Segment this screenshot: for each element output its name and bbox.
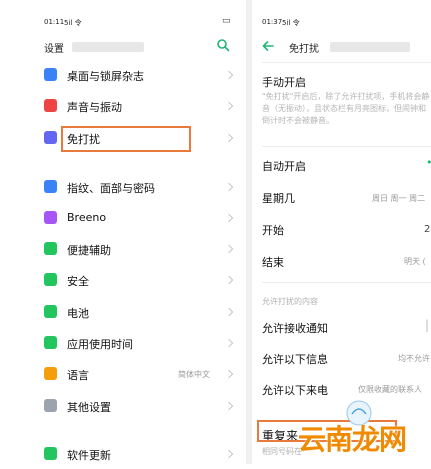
toggle-indicator[interactable]: • [426,156,431,169]
start-label[interactable]: 开始 [262,222,284,238]
settings-item-label: 声音与振动 [67,101,122,114]
chevron-right-icon [224,338,234,348]
settings-item[interactable]: 声音与振动 [0,91,246,121]
back-arrow-icon[interactable] [262,40,274,52]
watermark-text: 云南龙网 [298,423,407,456]
manual-toggle-label[interactable]: 手动开启 [262,74,306,90]
chevron-right-icon [224,213,234,223]
settings-item-icon [44,68,57,81]
separator [262,62,431,63]
settings-item[interactable]: 安全 [0,265,246,295]
section-label: 允许打扰的内容 [262,297,318,306]
battery-icon: ▭ [222,16,231,26]
settings-item-label: 桌面与锁屏杂志 [67,70,144,83]
search-icon[interactable] [216,38,230,52]
chevron-right-icon [224,244,234,254]
settings-item[interactable]: 语言 简体中文 [0,359,246,389]
settings-item-icon [44,211,57,224]
settings-item-value: 简体中文 [178,370,210,379]
chevron-right-icon [224,182,234,192]
settings-item-icon [44,305,57,318]
settings-item-label: Breeno [67,211,107,224]
settings-item[interactable]: 其他设置 [0,391,246,421]
settings-panel: 01:11 5il 令 ▭ 设置 桌面与锁屏杂志 声音与振动 免打扰 指纹、面部与密码… [0,0,246,464]
settings-item[interactable]: 指纹、面部与密码 [0,172,246,202]
settings-item-icon [44,367,57,380]
weekday-value: 周日 周一 周二 [372,194,426,203]
dnd-highlight-box [61,126,191,152]
chevron-right-icon [224,449,234,459]
settings-item-icon [44,447,57,460]
blurred-account [72,42,144,52]
end-label[interactable]: 结束 [262,254,284,270]
chevron-right-icon [224,307,234,317]
settings-item-label: 应用使用时间 [67,338,133,351]
manual-description: "免打扰"开启后，除了允许打扰项，手机将会静音（无振动），且状态栏有月亮图标，但… [262,92,430,125]
settings-item[interactable]: 电池 [0,297,246,327]
chevron-right-icon [224,70,234,80]
settings-item-label: 语言 [67,369,89,382]
settings-item-label: 指纹、面部与密码 [67,182,155,195]
settings-item-label: 其他设置 [67,401,111,414]
repeat-call-desc: 相同号码在 [262,447,302,456]
allow-call-label[interactable]: 允许以下来电 [262,382,328,398]
toggle-indicator[interactable]: | [425,318,429,332]
settings-item-icon [44,99,57,112]
allow-message-label[interactable]: 允许以下信息 [262,351,328,367]
status-signal-right: 5il 令 [282,19,300,27]
settings-item[interactable]: 应用使用时间 [0,328,246,358]
separator [262,146,431,147]
separator [262,282,431,283]
settings-item[interactable]: 桌面与锁屏杂志 [0,60,246,90]
chevron-right-icon [224,369,234,379]
chevron-right-icon [224,275,234,285]
settings-item-icon [44,399,57,412]
settings-item-label: 电池 [67,307,89,320]
settings-item-icon [44,131,57,144]
settings-item-label: 软件更新 [67,449,111,462]
settings-item[interactable]: 软件更新 [0,439,246,469]
allow-message-value: 均不允许 [398,354,430,363]
chevron-right-icon [224,133,234,143]
chevron-right-icon [224,401,234,411]
status-time: 01:11 [44,18,65,26]
settings-item-icon [44,180,57,193]
page-title: 设置 [44,44,64,55]
chevron-right-icon [224,101,234,111]
auto-toggle-label[interactable]: 自动开启 [262,158,306,174]
settings-item-icon [44,273,57,286]
settings-item-label: 便捷辅助 [67,244,111,257]
allow-call-value: 仅限收藏的联系人 [358,385,422,394]
status-signal: 5il 令 [64,19,82,27]
dnd-title: 免打扰 [289,44,319,55]
settings-item-label: 安全 [67,275,89,288]
weekday-label[interactable]: 星期几 [262,190,295,206]
settings-item[interactable]: 便捷辅助 [0,234,246,264]
settings-item[interactable]: Breeno [0,203,246,233]
end-value: 明天 ( [404,257,426,266]
settings-item-icon [44,336,57,349]
settings-item-icon [44,242,57,255]
allow-notify-label[interactable]: 允许接收通知 [262,320,328,336]
status-time-right: 01:37 [262,18,283,26]
start-value: 2 [424,224,431,235]
blurred-header [330,42,410,52]
